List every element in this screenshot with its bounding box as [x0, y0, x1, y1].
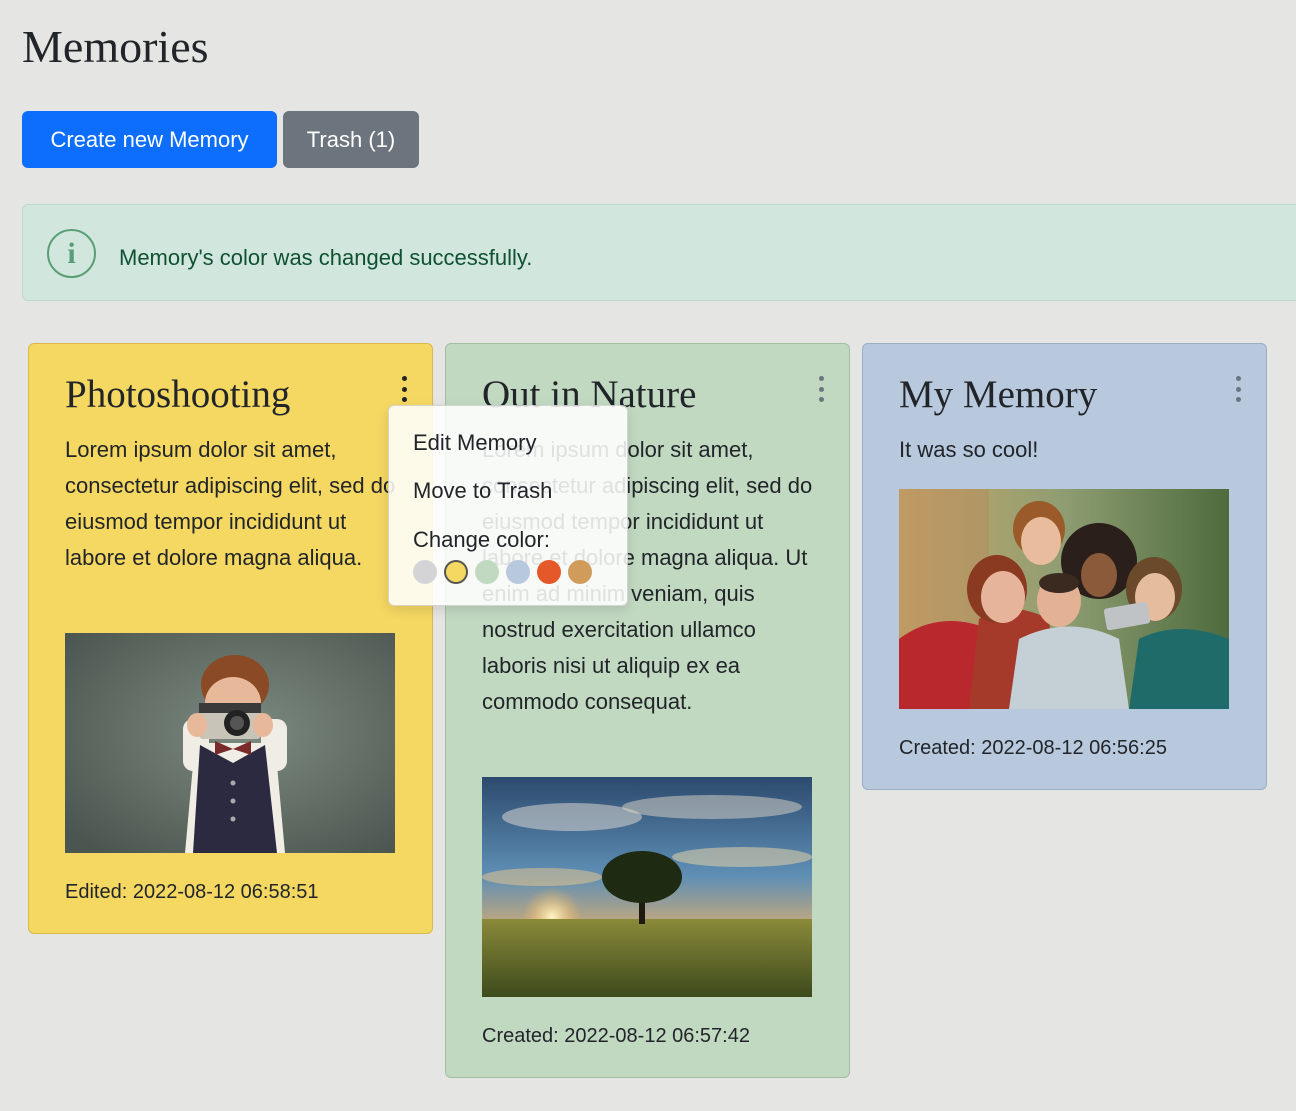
edit-memory-menu-item[interactable]: Edit Memory: [413, 430, 536, 456]
alert-message: Memory's color was changed successfully.: [119, 245, 533, 270]
color-swatch-gray[interactable]: [413, 560, 437, 584]
color-swatch-blue[interactable]: [506, 560, 530, 584]
color-swatch-yellow[interactable]: [444, 560, 468, 584]
card-image: [65, 633, 395, 853]
info-icon: i: [47, 229, 96, 278]
card-image: [482, 777, 812, 997]
card-title: My Memory: [899, 373, 1098, 416]
child-with-camera-image: [65, 633, 395, 853]
card-timestamp: Edited: 2022-08-12 06:58:51: [65, 881, 319, 903]
color-swatches: [413, 560, 592, 584]
page-title: Memories: [22, 21, 209, 72]
card-timestamp: Created: 2022-08-12 06:57:42: [482, 1025, 750, 1047]
card-text: It was so cool!: [899, 437, 1039, 462]
group-selfie-image: [899, 489, 1229, 709]
card-title: Photoshooting: [65, 373, 291, 416]
memory-card: Photoshooting Lorem ipsum dolor sit amet…: [28, 343, 433, 934]
color-swatch-brown[interactable]: [568, 560, 592, 584]
success-alert: i Memory's color was changed successfull…: [22, 204, 1296, 301]
card-menu-icon[interactable]: [1230, 374, 1246, 404]
card-menu-icon[interactable]: [813, 374, 829, 404]
create-memory-button[interactable]: Create new Memory: [22, 111, 277, 168]
color-swatch-orange[interactable]: [537, 560, 561, 584]
card-image: [899, 489, 1229, 709]
memory-card: My Memory It was so cool! Created: 2022-…: [862, 343, 1267, 790]
color-swatch-green[interactable]: [475, 560, 499, 584]
card-menu-icon[interactable]: [396, 374, 412, 404]
card-dropdown-menu: Edit Memory Move to Trash Change color:: [388, 405, 628, 606]
tree-at-sunset-image: [482, 777, 812, 997]
trash-button[interactable]: Trash (1): [283, 111, 419, 168]
change-color-label: Change color:: [413, 527, 550, 552]
card-timestamp: Created: 2022-08-12 06:56:25: [899, 737, 1167, 759]
card-text: Lorem ipsum dolor sit amet, consectetur …: [65, 437, 396, 570]
move-to-trash-menu-item[interactable]: Move to Trash: [413, 478, 552, 504]
